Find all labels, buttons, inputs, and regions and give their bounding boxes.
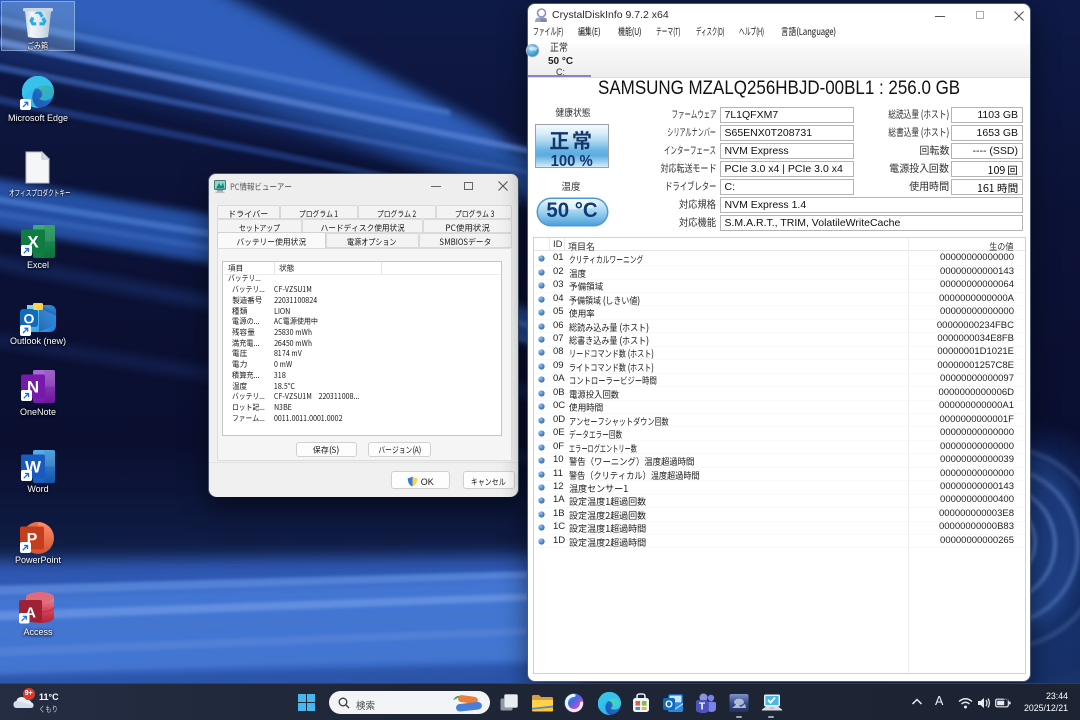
svg-text:T: T bbox=[699, 702, 705, 713]
svg-text:O: O bbox=[665, 700, 673, 711]
